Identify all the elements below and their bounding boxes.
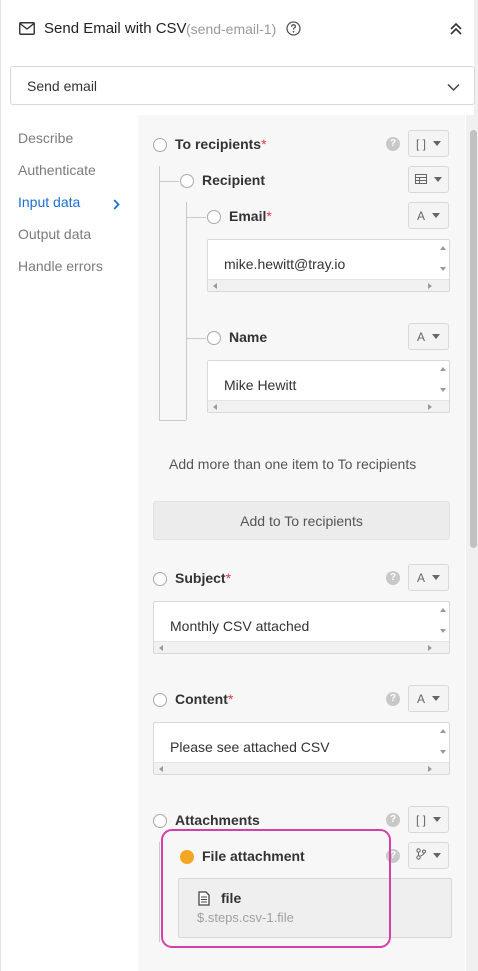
text-icon: A	[416, 208, 425, 223]
email-value: mike.hewitt@tray.io	[224, 256, 346, 272]
caret-down-icon	[433, 817, 441, 822]
add-button-label: Add to To recipients	[240, 513, 363, 529]
subject-label: Subject*	[175, 570, 232, 586]
to-recipients-radio[interactable]	[153, 138, 167, 152]
tree-line	[186, 217, 206, 218]
horizontal-scrollbar[interactable]	[208, 400, 449, 412]
array-icon: [ ]	[415, 136, 426, 151]
attachments-label: Attachments	[175, 812, 260, 828]
text-icon: A	[416, 329, 425, 344]
help-circle-icon[interactable]	[286, 21, 301, 41]
tree-line	[159, 181, 179, 182]
subject-type-button[interactable]: A	[408, 564, 449, 591]
subject-field[interactable]: Monthly CSV attached	[153, 601, 450, 654]
caret-down-icon	[432, 213, 440, 218]
horizontal-scrollbar[interactable]	[154, 641, 449, 653]
caret-down-icon	[432, 696, 440, 701]
vertical-scrollbar[interactable]	[437, 602, 449, 641]
table-icon	[415, 173, 427, 187]
nav-describe[interactable]: Describe	[18, 130, 73, 146]
add-to-recipients-button[interactable]: Add to To recipients	[153, 501, 450, 540]
array-icon: [ ]	[415, 812, 426, 827]
text-icon: A	[416, 691, 425, 706]
caret-down-icon	[434, 177, 442, 182]
caret-down-icon	[433, 853, 441, 858]
operation-select[interactable]: Send email	[10, 66, 475, 105]
double-chevron-up-icon[interactable]	[449, 22, 463, 41]
to-recipients-type-button[interactable]: [ ]	[408, 130, 449, 157]
content-type-button[interactable]: A	[408, 685, 449, 712]
horizontal-scrollbar[interactable]	[154, 762, 449, 774]
horizontal-scrollbar[interactable]	[208, 279, 449, 291]
nav-input-data[interactable]: Input data	[18, 194, 80, 210]
caret-down-icon	[433, 141, 441, 146]
tree-line	[159, 842, 160, 942]
attachments-radio[interactable]	[153, 814, 167, 828]
vertical-scrollbar[interactable]	[437, 240, 449, 279]
highlight-annotation	[161, 829, 391, 948]
add-more-hint: Add more than one item to To recipients	[169, 456, 417, 472]
recipient-label: Recipient	[202, 172, 266, 188]
subject-value: Monthly CSV attached	[170, 618, 310, 634]
vertical-scrollbar[interactable]	[437, 723, 449, 762]
operation-value: Send email	[27, 78, 98, 94]
name-label: Name	[229, 329, 268, 345]
name-value: Mike Hewitt	[224, 377, 297, 393]
nav-handle-errors[interactable]: Handle errors	[18, 258, 103, 274]
step-nav: Describe Authenticate Input data Output …	[1, 115, 138, 971]
help-icon[interactable]: ?	[386, 692, 400, 706]
email-field[interactable]: mike.hewitt@tray.io	[207, 239, 450, 292]
name-field[interactable]: Mike Hewitt	[207, 360, 450, 413]
to-recipients-label: To recipients*	[175, 136, 267, 152]
name-radio[interactable]	[207, 331, 221, 345]
recipient-radio[interactable]	[180, 174, 194, 188]
text-icon: A	[416, 570, 425, 585]
name-type-button[interactable]: A	[408, 323, 449, 350]
nav-authenticate[interactable]: Authenticate	[18, 162, 96, 178]
email-type-button[interactable]: A	[408, 202, 449, 229]
subject-radio[interactable]	[153, 572, 167, 586]
vertical-scrollbar[interactable]	[437, 361, 449, 400]
content-label: Content*	[175, 691, 234, 707]
file-attachment-type-button[interactable]	[408, 842, 449, 869]
recipient-type-button[interactable]	[408, 166, 449, 193]
mail-icon	[19, 22, 35, 40]
tree-line	[186, 338, 206, 339]
help-icon[interactable]: ?	[386, 813, 400, 827]
attachments-type-button[interactable]: [ ]	[408, 806, 449, 833]
content-value: Please see attached CSV	[170, 739, 330, 755]
tree-line	[186, 202, 187, 420]
help-icon[interactable]: ?	[386, 571, 400, 585]
caret-down-icon	[432, 334, 440, 339]
email-label: Email*	[229, 208, 272, 224]
step-title: Send Email with CSV	[44, 20, 187, 37]
tree-line	[159, 420, 186, 421]
content-field[interactable]: Please see attached CSV	[153, 722, 450, 775]
tree-line	[159, 166, 160, 420]
branch-icon	[416, 848, 426, 863]
panel-header: Send Email with CSV (send-email-1)	[1, 0, 475, 58]
nav-output-data[interactable]: Output data	[18, 226, 91, 242]
chevron-down-icon	[447, 79, 460, 97]
step-id: (send-email-1)	[186, 21, 277, 37]
help-icon[interactable]: ?	[386, 137, 400, 151]
caret-down-icon	[432, 575, 440, 580]
chevron-right-icon	[113, 197, 120, 215]
email-radio[interactable]	[207, 210, 221, 224]
form-scrollbar-thumb[interactable]	[470, 130, 477, 548]
content-radio[interactable]	[153, 693, 167, 707]
